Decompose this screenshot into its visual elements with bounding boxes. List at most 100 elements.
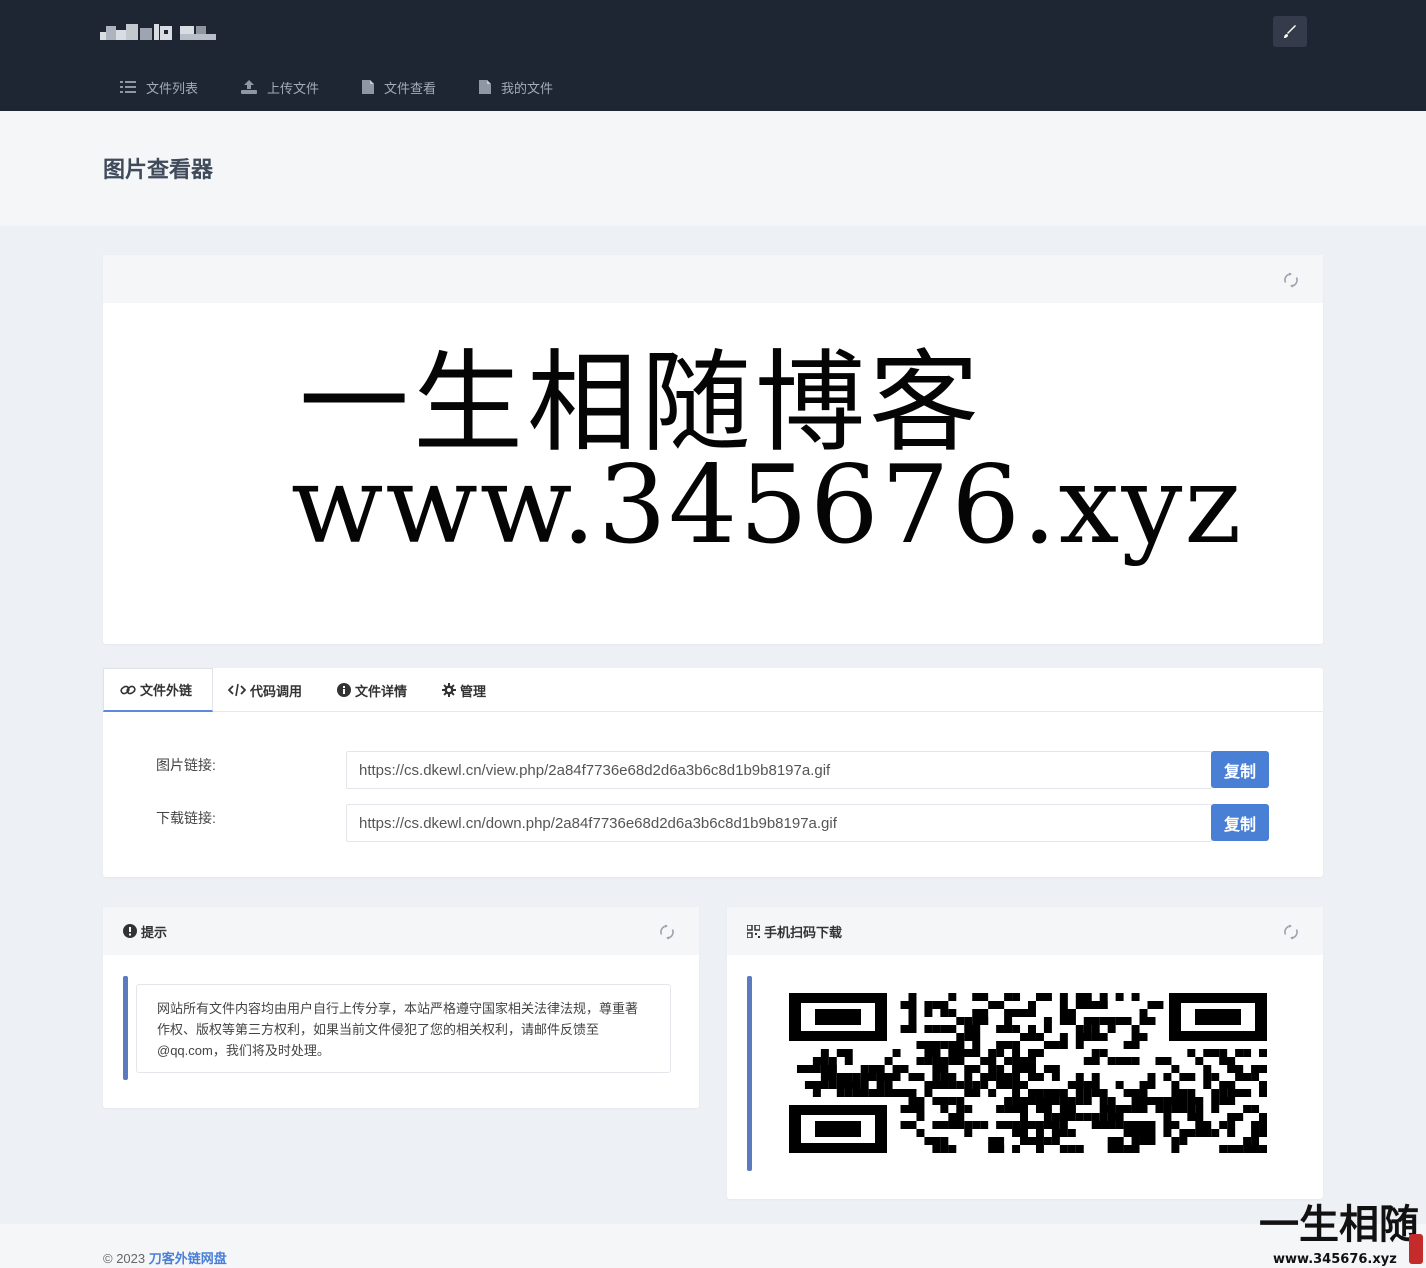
- qr-module: [892, 1049, 901, 1057]
- qr-module: [932, 1057, 949, 1065]
- qr-module: [1035, 1121, 1044, 1129]
- qr-module: [1035, 1145, 1044, 1153]
- qr-module: [1012, 1025, 1021, 1033]
- copy-image-link-button[interactable]: 复制: [1211, 751, 1269, 788]
- qr-module: [1083, 1033, 1092, 1041]
- qr-module: [1171, 1097, 1188, 1105]
- qr-module: [1187, 1113, 1204, 1121]
- qr-module: [1028, 1065, 1036, 1073]
- qr-module: [940, 1073, 957, 1081]
- qr-module: [1083, 1113, 1092, 1121]
- qr-module: [1059, 1145, 1068, 1153]
- file-icon: [362, 80, 375, 94]
- qr-module: [964, 1121, 973, 1129]
- qr-module: [892, 1089, 909, 1097]
- qr-module: [1004, 1057, 1013, 1065]
- nav-item-file-view[interactable]: 文件查看: [362, 76, 436, 98]
- qr-module: [1243, 1105, 1252, 1113]
- qr-module: [1139, 1097, 1148, 1105]
- qr-module: [1219, 1057, 1236, 1065]
- qr-module: [1091, 1089, 1108, 1097]
- footer-site-link[interactable]: 刀客外链网盘: [149, 1251, 227, 1266]
- gear-icon: [442, 683, 456, 697]
- qr-module: [1259, 1129, 1267, 1137]
- nav-item-file-list[interactable]: 文件列表: [120, 76, 198, 98]
- qr-module: [980, 1017, 989, 1025]
- qr-module: [1115, 1017, 1132, 1025]
- tab-file-details[interactable]: 文件详情: [337, 668, 407, 712]
- copyright: © 2023 刀客外链网盘: [103, 1248, 227, 1267]
- refresh-icon[interactable]: [659, 924, 675, 940]
- image-link-field[interactable]: https://cs.dkewl.cn/view.php/2a84f7736e6…: [346, 751, 1212, 789]
- qr-module: [852, 1073, 861, 1081]
- qr-module: [1259, 1065, 1267, 1073]
- qr-module: [972, 993, 989, 1001]
- qr-module: [900, 1065, 909, 1073]
- qr-module: [932, 1065, 949, 1073]
- qr-module: [876, 1081, 885, 1089]
- qr-module: [1012, 1089, 1021, 1097]
- qr-module: [972, 1121, 981, 1129]
- qr-module: [1195, 1105, 1204, 1113]
- copyright-prefix: © 2023: [103, 1251, 146, 1266]
- qr-module: [948, 1009, 957, 1017]
- qr-module: [1235, 1049, 1244, 1057]
- download-link-field[interactable]: https://cs.dkewl.cn/down.php/2a84f7736e6…: [346, 804, 1212, 842]
- qr-module: [1107, 1057, 1116, 1065]
- qr-module: [996, 1025, 1013, 1033]
- qr-module: [932, 1025, 941, 1033]
- qr-module: [1219, 1097, 1236, 1105]
- nav-item-label: 文件列表: [146, 80, 199, 96]
- qr-module: [964, 1105, 973, 1113]
- qr-module: [1259, 1145, 1267, 1153]
- qr-module: [1251, 1121, 1260, 1129]
- qr-module: [1059, 1113, 1076, 1121]
- copy-download-link-button[interactable]: 复制: [1211, 804, 1269, 841]
- card-header: 手机扫码下载: [727, 907, 1323, 955]
- qr-module: [1131, 1137, 1140, 1145]
- download-link-label: 下载链接:: [156, 810, 216, 826]
- qr-module: [1203, 1081, 1212, 1089]
- qr-module: [1107, 1105, 1116, 1113]
- qr-module: [844, 1073, 853, 1081]
- corner-watermark-name: 一生相随: [1259, 1201, 1419, 1248]
- tab-manage[interactable]: 管理: [442, 668, 486, 712]
- qr-module: [1243, 1137, 1252, 1145]
- page-header: 图片查看器: [0, 111, 1426, 226]
- theme-brush-button[interactable]: [1273, 16, 1307, 47]
- site-logo[interactable]: [100, 22, 216, 42]
- qr-module: [1131, 1041, 1140, 1049]
- qr-module: [908, 1097, 925, 1105]
- qr-module: [980, 1121, 989, 1129]
- qr-module: [1139, 1129, 1156, 1137]
- qr-module: [1051, 1137, 1060, 1145]
- refresh-icon[interactable]: [1283, 924, 1299, 940]
- qr-module: [1099, 1017, 1116, 1025]
- qr-module: [1123, 1105, 1132, 1113]
- qr-module: [1123, 1145, 1140, 1153]
- corner-watermark-url: www.345676.xyz: [1273, 1252, 1397, 1267]
- tab-file-link[interactable]: 文件外链: [103, 668, 213, 712]
- nav-item-upload[interactable]: 上传文件: [241, 76, 319, 98]
- qr-module: [1203, 1065, 1212, 1073]
- qr-module: [884, 1073, 901, 1081]
- image-link-label: 图片链接:: [156, 757, 216, 773]
- qr-module: [1107, 1025, 1116, 1033]
- qr-module: [1004, 993, 1013, 1001]
- qr-module: [1107, 1097, 1116, 1105]
- nav-item-my-files[interactable]: 我的文件: [479, 76, 553, 98]
- qr-module: [1020, 1081, 1028, 1089]
- tab-code-call[interactable]: 代码调用: [228, 668, 302, 712]
- qr-module: [1115, 1121, 1124, 1129]
- qr-module: [1083, 1057, 1100, 1065]
- qr-module: [932, 1049, 941, 1057]
- qr-module: [996, 1105, 1005, 1113]
- refresh-icon[interactable]: [1283, 272, 1299, 288]
- qr-module: [1035, 1105, 1052, 1113]
- tab-label: 文件外链: [140, 683, 193, 698]
- qr-module: [1251, 1105, 1260, 1113]
- qr-module: [964, 1081, 973, 1089]
- page-title: 图片查看器: [103, 157, 214, 182]
- qr-module: [972, 1009, 989, 1017]
- top-navbar: 文件列表 上传文件 文件查看 我的文件: [0, 0, 1426, 111]
